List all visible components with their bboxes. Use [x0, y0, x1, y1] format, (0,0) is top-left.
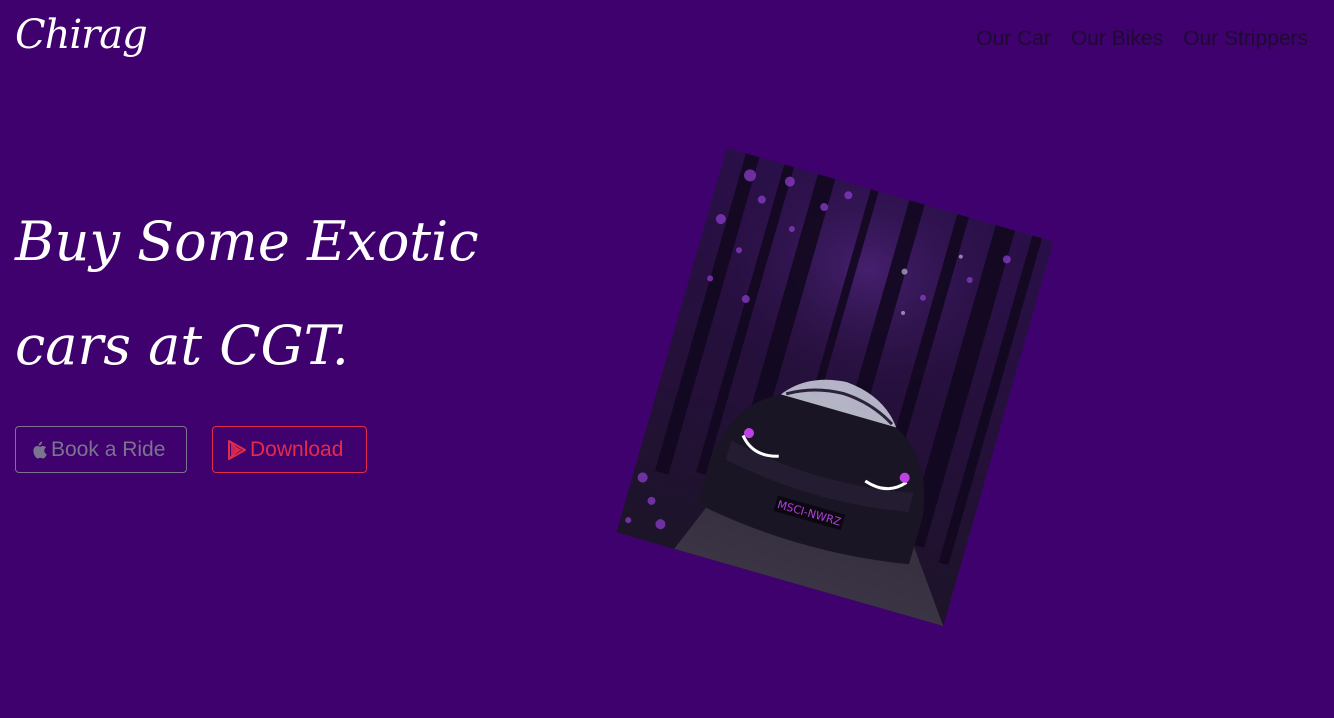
nav-link-our-bikes[interactable]: Our Bikes — [1071, 27, 1163, 51]
brand-logo[interactable]: Chirag — [15, 12, 148, 58]
book-ride-label: Book a Ride — [51, 437, 166, 461]
nav-link-our-strippers[interactable]: Our Strippers — [1183, 27, 1308, 51]
hero-car-image: MSCI-NWRZ — [616, 147, 1054, 627]
main-nav: Our Car Our Bikes Our Strippers — [976, 27, 1308, 51]
apple-icon — [31, 441, 47, 459]
download-button[interactable]: Download — [212, 426, 367, 473]
download-label: Download — [250, 437, 344, 461]
play-store-icon — [228, 439, 246, 460]
book-ride-button[interactable]: Book a Ride — [15, 426, 187, 473]
hero-title: Buy Some Exotic cars at CGT. — [15, 210, 479, 377]
nav-link-our-car[interactable]: Our Car — [976, 27, 1051, 51]
